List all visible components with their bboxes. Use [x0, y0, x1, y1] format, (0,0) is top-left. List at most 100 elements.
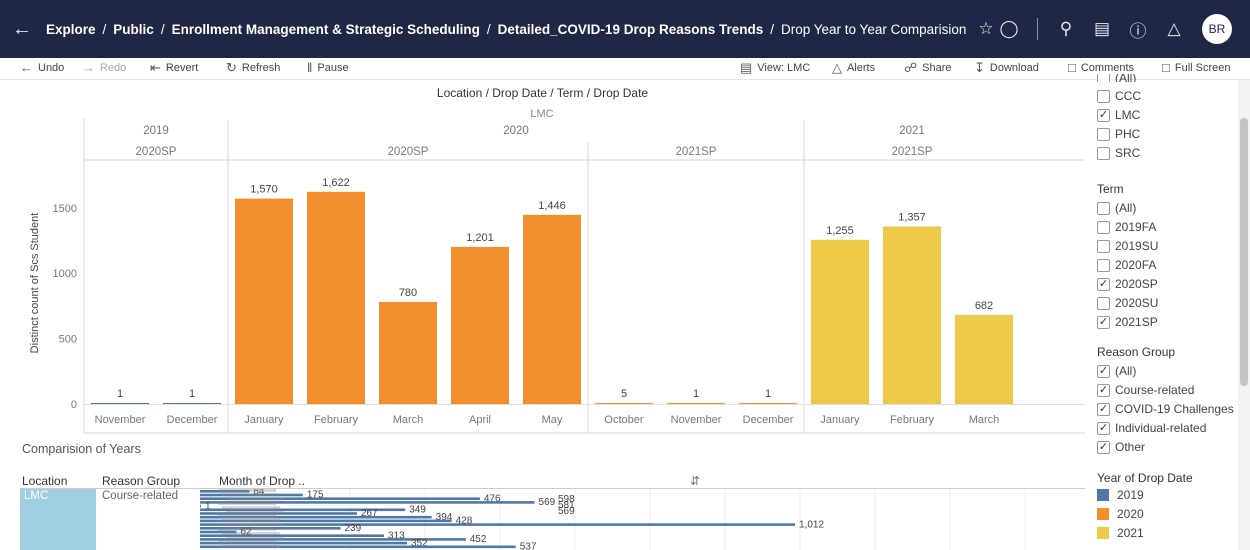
view-toolbar: ← Undo → Redo ⇤ Revert ↻ Refresh ‖ Pause ▤ Vie… — [0, 58, 1250, 80]
bar — [91, 403, 149, 404]
reason-filter-covid-19[interactable]: ✓ COVID-19 Challenges — [1097, 401, 1234, 417]
bar — [739, 403, 797, 404]
download-button[interactable]: ↧ Download — [974, 60, 1039, 76]
bar-value-label: 1,357 — [898, 211, 926, 223]
location-filter-phc[interactable]: PHC — [1097, 126, 1140, 142]
term-filter-all[interactable]: (All) — [1097, 200, 1136, 216]
bar-value-label: 1,570 — [250, 184, 278, 196]
pause-button[interactable]: ‖ Pause — [307, 60, 349, 75]
comparison-bar-chart: 84 175 476 5691 349267 394 428 1,01223962 313 452… — [200, 489, 1026, 550]
view-button[interactable]: ▤ View: LMC — [740, 60, 810, 76]
checkbox[interactable] — [1097, 258, 1110, 272]
comparison-end-label: 569 — [558, 506, 575, 517]
checkbox[interactable] — [1097, 127, 1110, 141]
alerts-button[interactable]: △ Alerts — [832, 60, 875, 76]
checkbox[interactable] — [1097, 201, 1110, 215]
search-icon[interactable]: ⚲ — [1048, 19, 1084, 39]
comparison-bar — [200, 504, 201, 508]
reason-filter-individual-related[interactable]: ✓ Individual-related — [1097, 420, 1206, 436]
help-icon[interactable]: ⓘ — [1120, 17, 1156, 42]
header-month-of-drop[interactable]: Month of Drop .. — [219, 474, 305, 488]
term-header: 2021SP — [676, 146, 717, 158]
share-icon: ☍ — [904, 60, 918, 75]
breadcrumb-project[interactable]: Enrollment Management & Strategic Schedu… — [172, 22, 480, 37]
new-content-icon[interactable]: ▤ — [1084, 19, 1120, 39]
drop-trend-bar-chart: LMC 0 500 1000 1500 Distinct count of Scs Stu… — [29, 108, 1085, 434]
revert-button[interactable]: ⇤ Revert — [150, 60, 198, 76]
checkbox[interactable] — [1097, 146, 1110, 160]
reason-group-value: Course-related — [102, 490, 179, 502]
checkbox-checked[interactable]: ✓ — [1097, 402, 1110, 416]
term-filter-2020su[interactable]: 2020SU — [1097, 295, 1158, 311]
pause-icon: ‖ — [307, 60, 313, 75]
alert-bell-icon: △ — [832, 60, 842, 75]
legend-item-2020[interactable]: 2020 — [1097, 506, 1144, 522]
reason-filter-all[interactable]: ✓ (All) — [1097, 363, 1136, 379]
year-header: 2019 — [143, 125, 169, 137]
avatar[interactable]: BR — [1202, 14, 1232, 44]
back-arrow-icon[interactable]: ← — [12, 18, 38, 41]
comparison-bar-label: 569 — [539, 497, 556, 508]
y-tick-label: 1500 — [53, 203, 77, 215]
full-screen-button[interactable]: □ Full Screen — [1162, 60, 1231, 75]
bar-value-label: 1 — [117, 388, 123, 400]
bar — [235, 198, 293, 404]
bar — [667, 403, 725, 404]
overlapping-month-label — [218, 514, 276, 518]
breadcrumb-explore[interactable]: Explore — [46, 22, 96, 37]
bar — [595, 403, 653, 404]
comparison-bar-label: 452 — [470, 534, 487, 545]
undo-button[interactable]: ← Undo — [20, 60, 64, 75]
location-filter-ccc[interactable]: CCC — [1097, 88, 1141, 104]
bar-value-label: 1,255 — [826, 225, 854, 237]
checkbox[interactable] — [1097, 239, 1110, 253]
checkbox-checked[interactable]: ✓ — [1097, 364, 1110, 378]
term-filter-2021sp[interactable]: ✓ 2021SP — [1097, 314, 1158, 330]
checkbox[interactable] — [1097, 74, 1110, 82]
term-filter-2019su[interactable]: 2019SU — [1097, 238, 1158, 254]
checkbox-checked[interactable]: ✓ — [1097, 421, 1110, 435]
bar — [811, 239, 869, 404]
refresh-icon: ↻ — [226, 60, 237, 75]
location-filter-src[interactable]: SRC — [1097, 145, 1140, 161]
term-filter-2019fa[interactable]: 2019FA — [1097, 219, 1156, 235]
checkbox[interactable] — [1097, 220, 1110, 234]
location-filter-lmc[interactable]: ✓ LMC — [1097, 107, 1140, 123]
redo-button[interactable]: → Redo — [82, 60, 126, 75]
revert-icon: ⇤ — [150, 60, 161, 75]
comparison-bar-label: 537 — [520, 542, 537, 550]
scrollbar-thumb[interactable] — [1240, 118, 1248, 386]
bar — [883, 226, 941, 404]
checkbox-checked[interactable]: ✓ — [1097, 315, 1110, 329]
breadcrumb-public[interactable]: Public — [113, 22, 154, 37]
checkbox[interactable] — [1097, 89, 1110, 103]
x-tick-label: January — [820, 414, 860, 426]
checkbox-checked[interactable]: ✓ — [1097, 383, 1110, 397]
year-header: 2021 — [899, 125, 925, 137]
reason-filter-other[interactable]: ✓ Other — [1097, 439, 1145, 455]
chart-title: Location / Drop Date / Term / Drop Date — [436, 86, 649, 100]
comments-button[interactable]: □ Comments — [1068, 60, 1134, 75]
legend-item-2021[interactable]: 2021 — [1097, 525, 1144, 541]
comparison-bar-label: 349 — [409, 505, 426, 516]
legend-item-2019[interactable]: 2019 — [1097, 487, 1144, 503]
checkbox-checked[interactable]: ✓ — [1097, 277, 1110, 291]
reason-filter-course-related[interactable]: ✓ Course-related — [1097, 382, 1194, 398]
term-filter-2020sp[interactable]: ✓ 2020SP — [1097, 276, 1158, 292]
term-filter-title: Term — [1097, 182, 1124, 196]
checkbox[interactable] — [1097, 296, 1110, 310]
share-button[interactable]: ☍ Share — [904, 60, 952, 76]
breadcrumb-workbook[interactable]: Detailed_COVID-19 Drop Reasons Trends — [498, 22, 764, 37]
x-tick-label: January — [244, 414, 284, 426]
notifications-bell-icon[interactable]: △ — [1156, 19, 1192, 39]
overlapping-month-label — [222, 519, 280, 523]
bar — [163, 403, 221, 404]
checkbox-checked[interactable]: ✓ — [1097, 108, 1110, 122]
location-filter-all[interactable]: (All) — [1097, 74, 1136, 82]
checkbox-checked[interactable]: ✓ — [1097, 440, 1110, 454]
refresh-button[interactable]: ↻ Refresh — [226, 60, 280, 76]
data-source-icon[interactable]: ◯ — [991, 19, 1027, 39]
term-filter-2020fa[interactable]: 2020FA — [1097, 257, 1156, 273]
sort-icon[interactable]: ⇵ — [690, 474, 700, 488]
comment-icon: □ — [1068, 60, 1076, 75]
